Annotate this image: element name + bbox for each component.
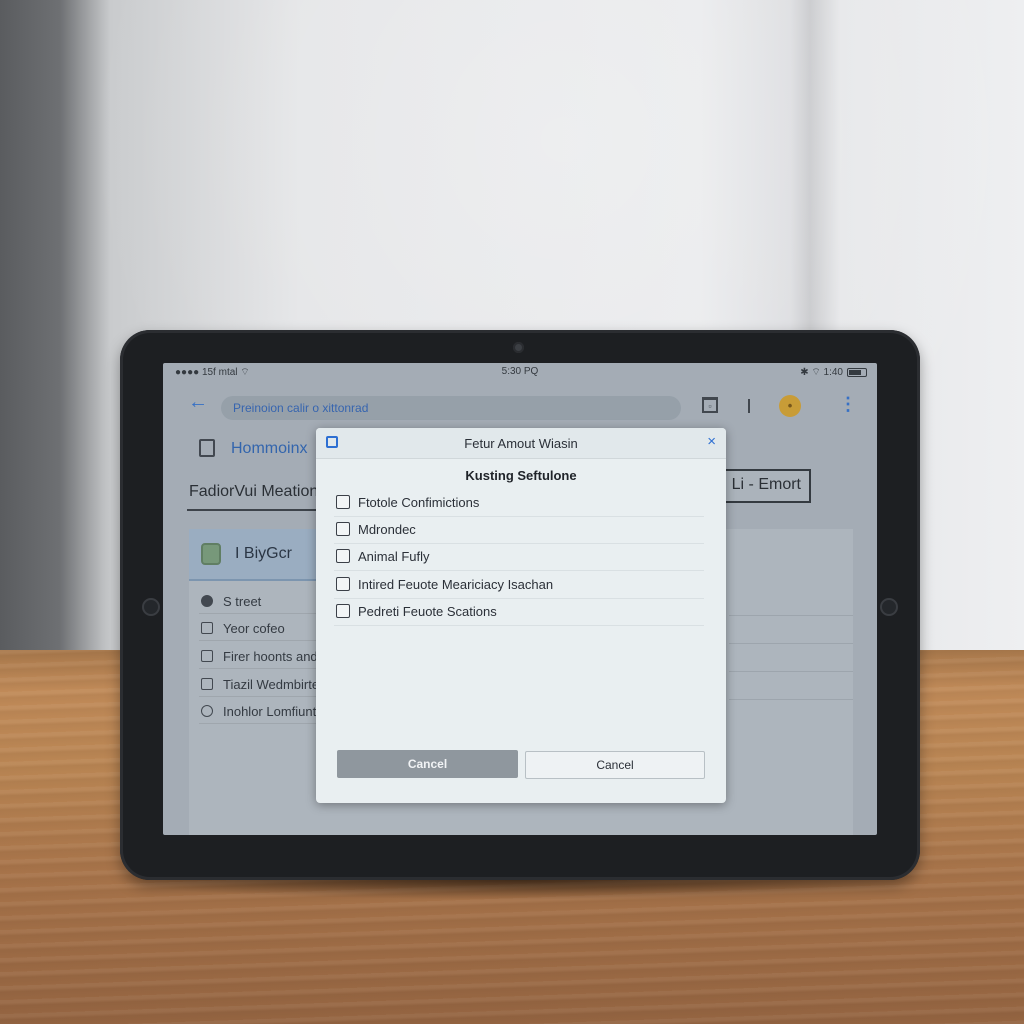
option-row[interactable]: Pedreti Feuote Scations bbox=[334, 599, 704, 626]
checkbox[interactable] bbox=[336, 549, 350, 563]
option-row[interactable]: Mdrondec bbox=[334, 517, 704, 544]
right-side-button bbox=[880, 598, 898, 616]
option-label: Ftotole Confimictions bbox=[358, 495, 480, 510]
option-row[interactable]: Intired Feuote Meariciacy Isachan bbox=[334, 572, 704, 599]
dialog-heading: Kusting Seftulone bbox=[465, 468, 577, 483]
button-label: Cancel bbox=[596, 758, 634, 772]
checkbox[interactable] bbox=[336, 604, 350, 618]
option-label: Animal Fufly bbox=[358, 549, 430, 564]
checkbox[interactable] bbox=[336, 577, 350, 591]
option-label: Mdrondec bbox=[358, 522, 416, 537]
settings-dialog: Fetur Amout Wiasin × Kusting Seftulone F… bbox=[316, 428, 726, 803]
cancel-button-primary[interactable]: Cancel bbox=[337, 750, 518, 778]
cancel-button[interactable]: Cancel bbox=[525, 751, 705, 779]
checkbox[interactable] bbox=[336, 522, 350, 536]
option-label: Pedreti Feuote Scations bbox=[358, 604, 497, 619]
option-row[interactable]: Animal Fufly bbox=[334, 544, 704, 571]
dialog-header: Fetur Amout Wiasin × bbox=[316, 428, 726, 459]
option-row[interactable]: Ftotole Confimictions bbox=[334, 490, 704, 517]
left-side-button bbox=[142, 598, 160, 616]
close-icon[interactable]: × bbox=[707, 434, 716, 450]
option-label: Intired Feuote Meariciacy Isachan bbox=[358, 577, 554, 592]
dialog-title: Fetur Amout Wiasin bbox=[464, 436, 578, 451]
button-label: Cancel bbox=[407, 757, 448, 771]
camera-icon bbox=[513, 342, 524, 353]
tablet-screen: ●●●● 15f mtal ⌔ 5:30 PQ ✱ ⌔ 1:40 ← Prein… bbox=[163, 363, 877, 835]
tablet-device: ●●●● 15f mtal ⌔ 5:30 PQ ✱ ⌔ 1:40 ← Prein… bbox=[120, 330, 920, 880]
checkbox[interactable] bbox=[336, 495, 350, 509]
